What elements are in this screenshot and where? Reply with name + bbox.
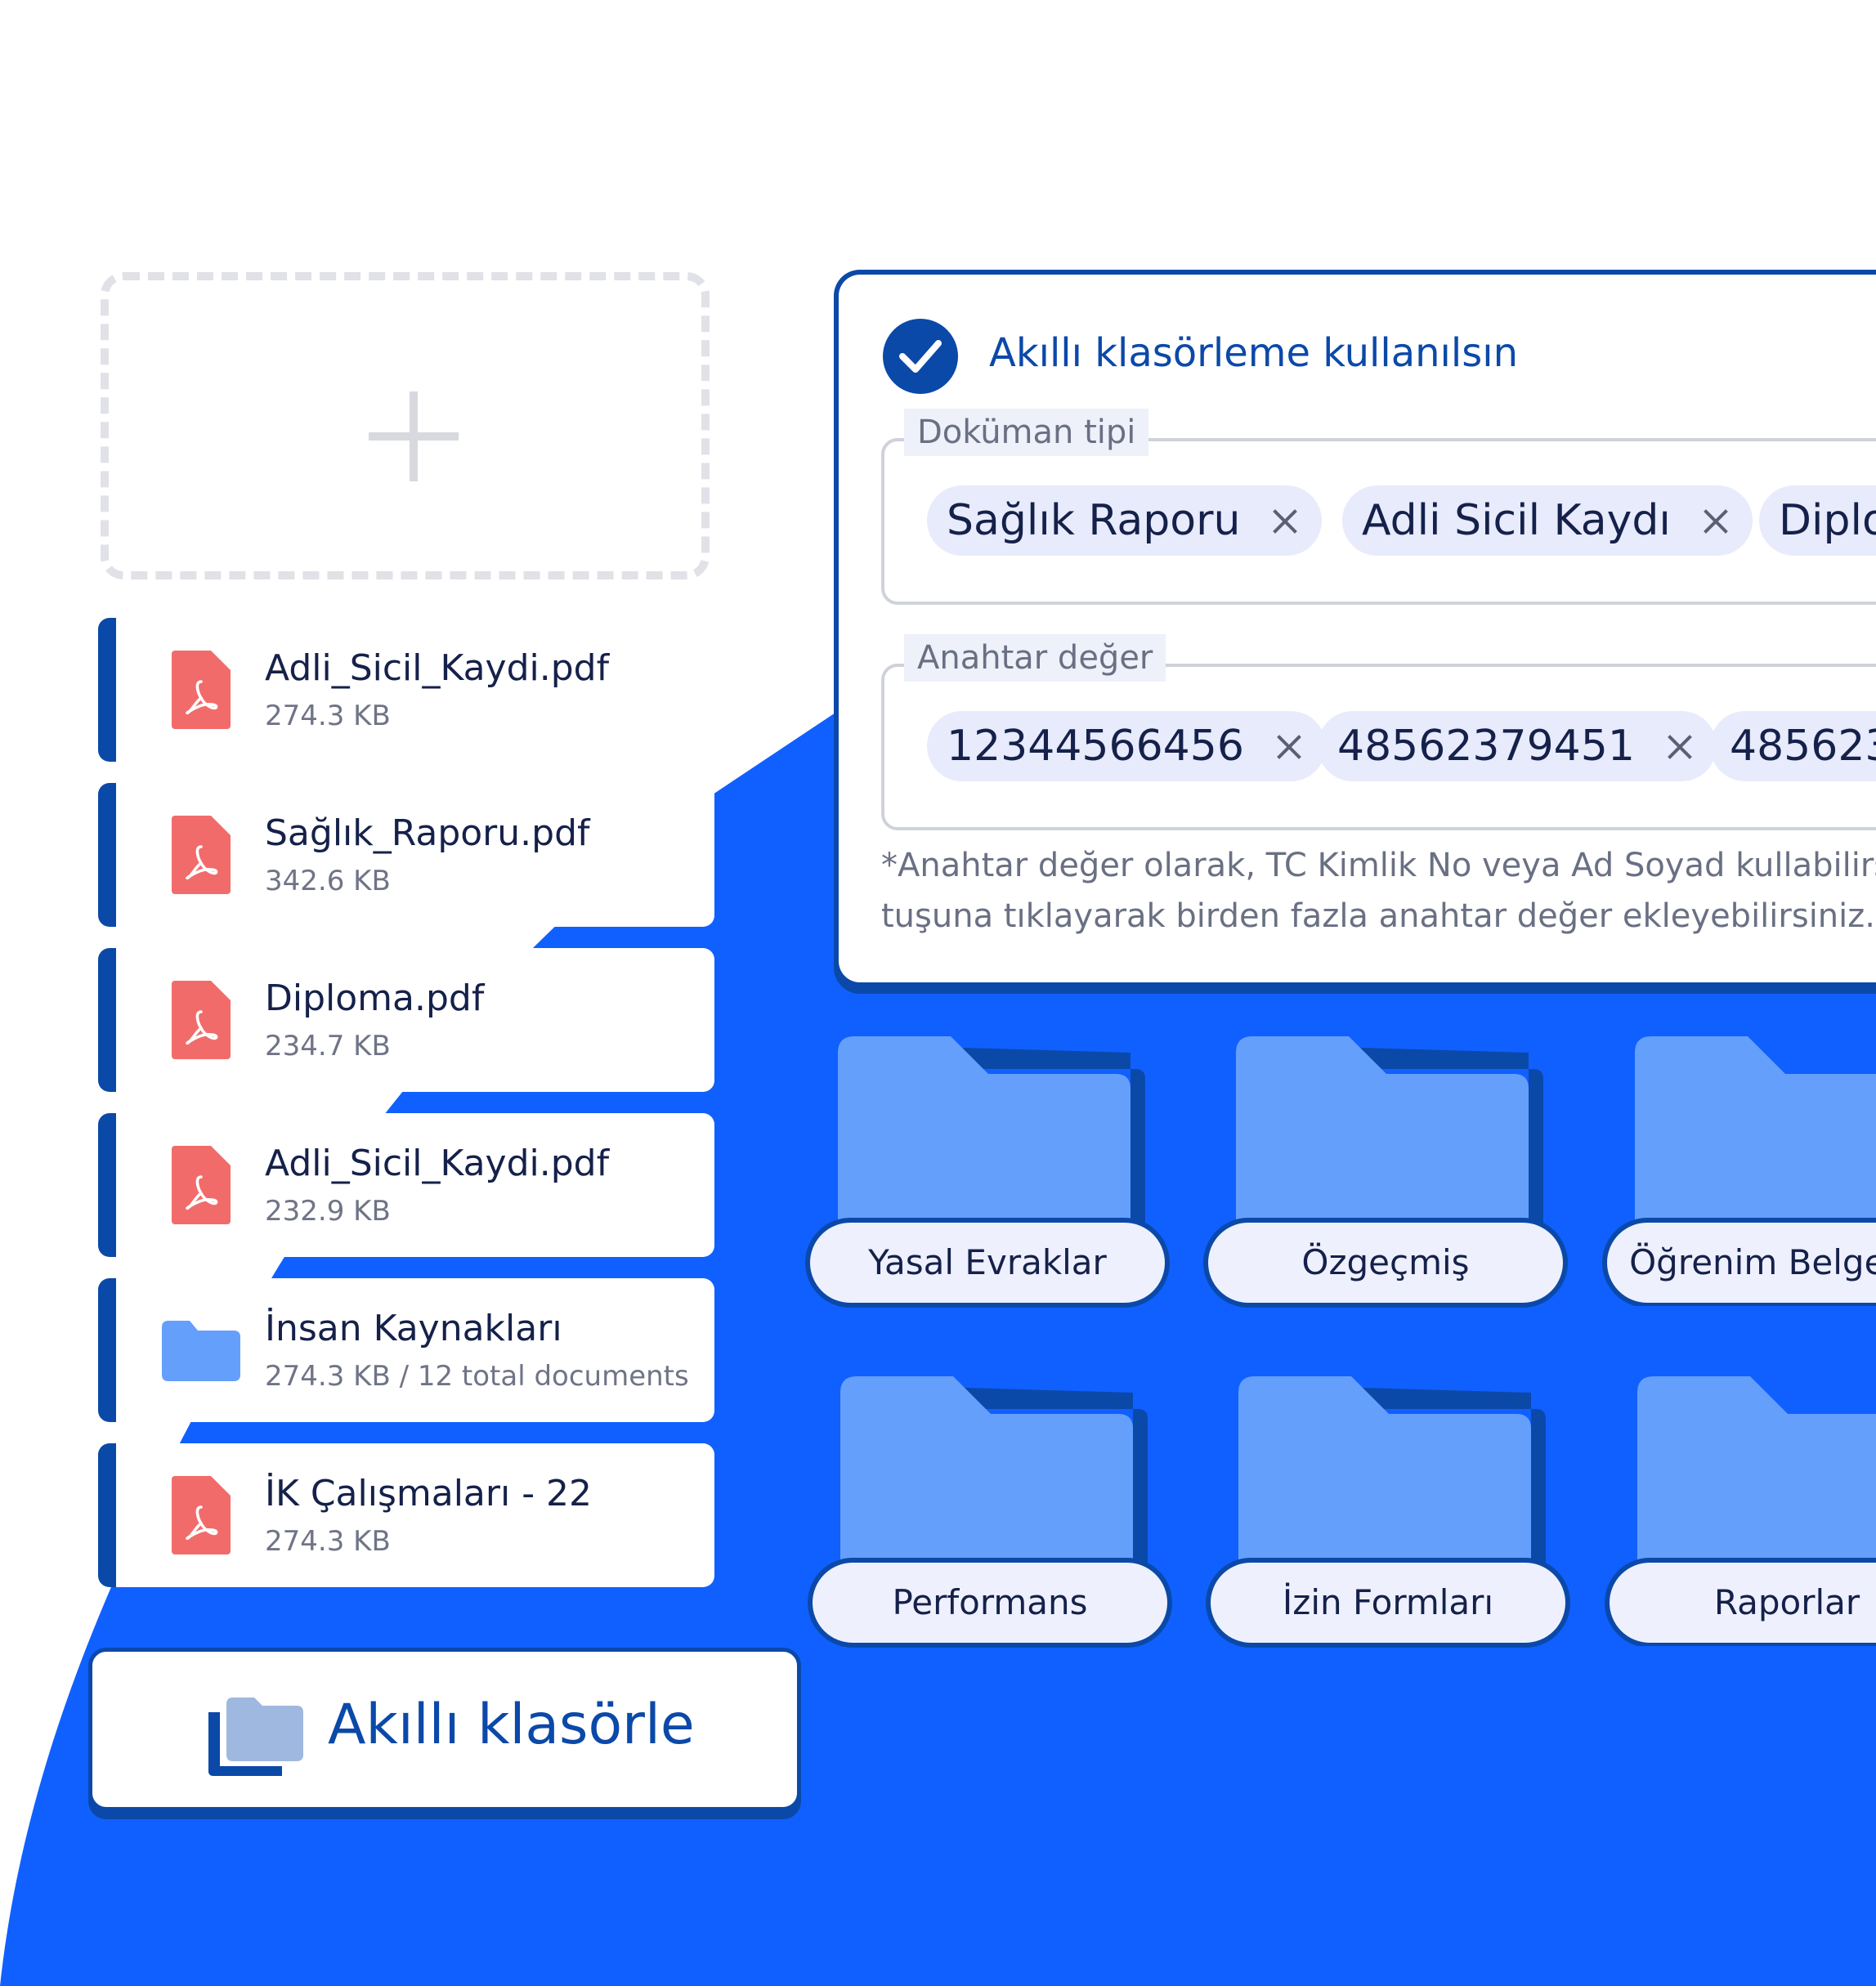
pdf-icon — [172, 1146, 231, 1224]
folder-icon — [840, 1376, 1148, 1572]
folder-icon — [1236, 1036, 1543, 1232]
folder-label: Raporlar — [1605, 1558, 1876, 1646]
folder-card[interactable]: Yasal Evraklar — [805, 1036, 1181, 1308]
remove-tag-icon[interactable] — [1273, 509, 1297, 534]
remove-tag-icon[interactable] — [1704, 509, 1728, 534]
smart-folder-button[interactable]: Akıllı klasörle — [88, 1648, 801, 1811]
folder-label: Öğrenim Belgeleri — [1602, 1218, 1876, 1306]
folder-item[interactable]: İnsan Kaynakları 274.3 KB / 12 total doc… — [98, 1278, 714, 1422]
tag-chip: 48562379451 — [1318, 711, 1717, 781]
folder-label: Özgeçmiş — [1203, 1218, 1568, 1308]
tag-chip: Adli Sicil Kaydı — [1342, 485, 1753, 556]
pdf-icon — [172, 1476, 231, 1554]
folder-name: İnsan Kaynakları — [265, 1308, 562, 1349]
tag-chip: Sağlık Raporu — [927, 485, 1323, 556]
tag-chip: Diploma — [1759, 485, 1876, 556]
helper-note: *Anahtar değer olarak, TC Kimlik No veya… — [881, 840, 1876, 942]
folder-icon — [162, 1321, 240, 1381]
tag-chip: 12344566456 — [927, 711, 1326, 781]
smart-folder-settings-panel: Akıllı klasörleme kullanılsın Doküman ti… — [834, 270, 1876, 987]
folder-icon — [1238, 1376, 1546, 1572]
folder-label: Yasal Evraklar — [805, 1218, 1170, 1308]
file-size: 342.6 KB — [265, 865, 391, 897]
doc-type-legend: Doküman tipi — [904, 409, 1149, 456]
file-item[interactable]: Adli_Sicil_Kaydi.pdf 274.3 KB — [98, 618, 714, 762]
folder-card[interactable]: Özgeçmiş — [1203, 1036, 1579, 1308]
remove-tag-icon[interactable] — [1668, 735, 1692, 759]
tag-label: Sağlık Raporu — [947, 496, 1241, 545]
tag-label: 12344566456 — [947, 722, 1244, 771]
pdf-icon — [172, 651, 231, 729]
folder-card[interactable]: Öğrenim Belgeleri — [1602, 1036, 1876, 1306]
helper-note-line: tuşuna tıklayarak birden fazla anahtar d… — [881, 897, 1875, 935]
file-name: Diploma.pdf — [265, 977, 485, 1019]
pdf-icon — [172, 981, 231, 1059]
checkbox-label: Akıllı klasörleme kullanılsın — [989, 330, 1518, 376]
file-item[interactable]: İK Çalışmaları - 22 274.3 KB — [98, 1443, 714, 1587]
tag-chip: 48562379451 — [1710, 711, 1876, 781]
folders-icon — [208, 1697, 303, 1776]
remove-tag-icon[interactable] — [1277, 735, 1301, 759]
pdf-icon — [172, 816, 231, 894]
folder-card[interactable]: Raporlar — [1605, 1376, 1876, 1646]
plus-icon — [369, 391, 459, 481]
folder-card[interactable]: Performans — [808, 1376, 1184, 1648]
file-name: Adli_Sicil_Kaydi.pdf — [265, 647, 610, 689]
key-value-field[interactable]: Anahtar değer 12344566456 48562379451 48… — [881, 634, 1876, 830]
check-icon — [899, 340, 942, 373]
smart-folder-checkbox[interactable] — [883, 319, 958, 394]
file-item[interactable]: Adli_Sicil_Kaydi.pdf 232.9 KB — [98, 1113, 714, 1257]
file-item[interactable]: Sağlık_Raporu.pdf 342.6 KB — [98, 783, 714, 927]
file-size: 274.3 KB — [265, 700, 391, 732]
tag-label: Diploma — [1779, 496, 1876, 545]
file-name: İK Çalışmaları - 22 — [265, 1473, 593, 1514]
file-size: 232.9 KB — [265, 1195, 391, 1228]
tag-label: 48562379451 — [1730, 722, 1876, 771]
file-item[interactable]: Diploma.pdf 234.7 KB — [98, 948, 714, 1092]
folder-meta: 274.3 KB / 12 total documents — [265, 1360, 689, 1393]
folder-icon — [1637, 1376, 1876, 1572]
folder-card[interactable]: İzin Formları — [1206, 1376, 1582, 1648]
doc-type-field[interactable]: Doküman tipi Sağlık Raporu Adli Sicil Ka… — [881, 409, 1876, 605]
key-value-legend: Anahtar değer — [904, 634, 1166, 682]
tag-label: Adli Sicil Kaydı — [1362, 496, 1671, 545]
file-name: Adli_Sicil_Kaydi.pdf — [265, 1143, 610, 1184]
folder-icon — [1635, 1036, 1876, 1232]
folder-icon — [838, 1036, 1145, 1232]
smart-folder-label: Akıllı klasörle — [328, 1693, 695, 1757]
tag-label: 48562379451 — [1337, 722, 1635, 771]
folder-label: Performans — [808, 1558, 1172, 1648]
file-size: 274.3 KB — [265, 1525, 391, 1558]
file-name: Sağlık_Raporu.pdf — [265, 812, 590, 854]
helper-note-line: *Anahtar değer olarak, TC Kimlik No veya… — [881, 847, 1876, 884]
upload-dropzone[interactable] — [101, 272, 710, 579]
file-size: 234.7 KB — [265, 1030, 391, 1062]
folder-label: İzin Formları — [1206, 1558, 1570, 1648]
